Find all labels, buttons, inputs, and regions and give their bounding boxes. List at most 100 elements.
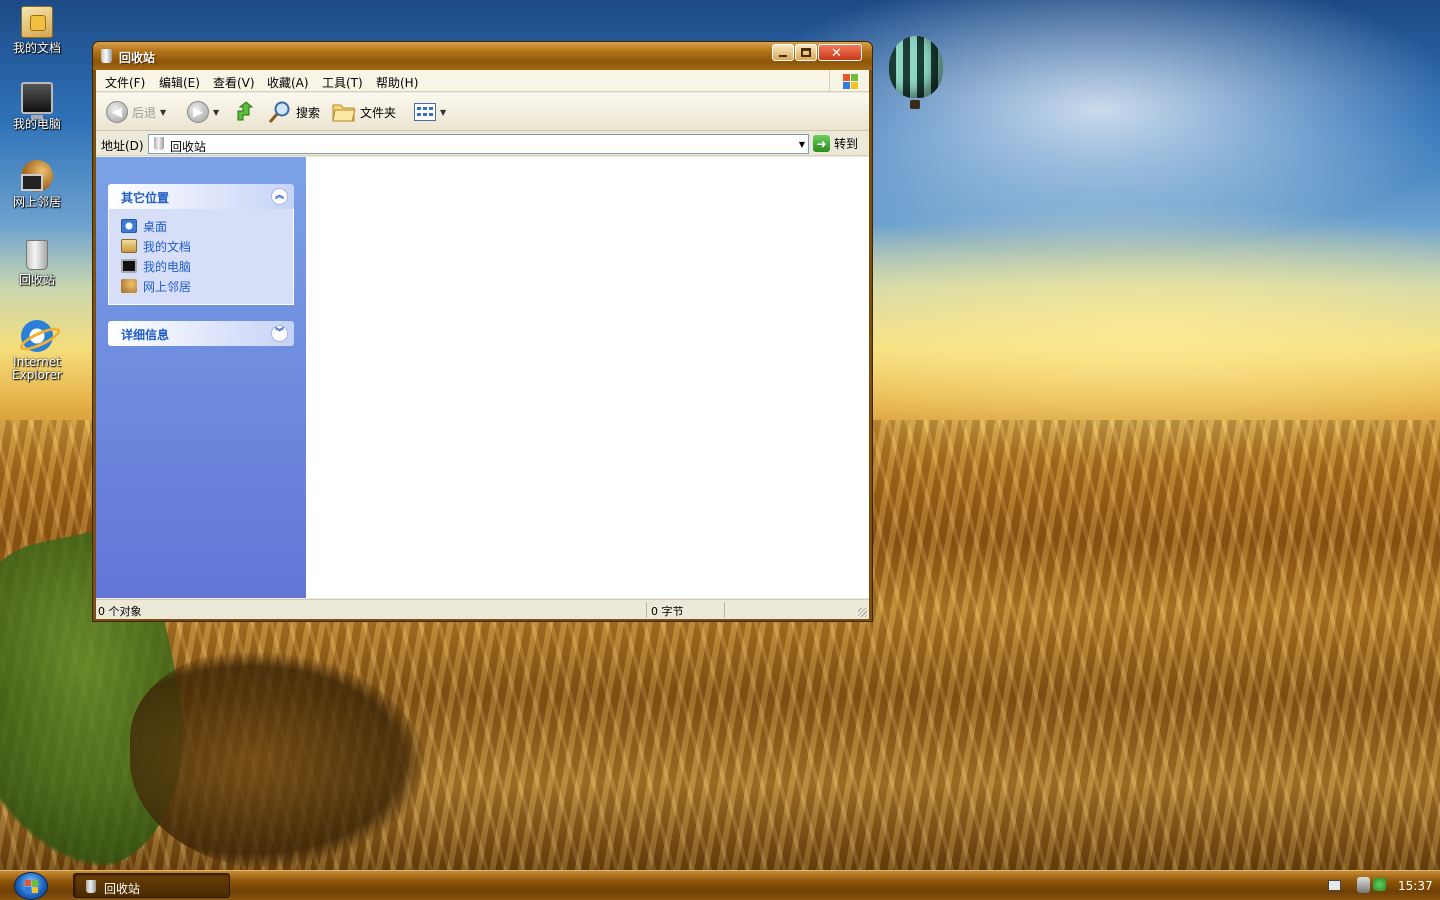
menu-file[interactable]: 文件(F) bbox=[105, 74, 145, 91]
place-link-label: 我的文档 bbox=[143, 239, 192, 254]
go-arrow-icon: ➜ bbox=[813, 135, 830, 152]
desktop-icon-label: 回收站 bbox=[18, 273, 55, 287]
taskbar-button-label: 回收站 bbox=[104, 882, 141, 896]
desktop-icon-label: 我的文档 bbox=[12, 41, 61, 55]
start-button[interactable] bbox=[14, 872, 48, 900]
address-value: 回收站 bbox=[170, 140, 207, 154]
status-bar: 0 个对象 0 字节 bbox=[96, 599, 869, 619]
collapse-chevron-icon[interactable]: ︽ bbox=[271, 188, 288, 205]
address-input[interactable]: 回收站 ▼ bbox=[148, 134, 809, 154]
hot-air-balloon-decoration bbox=[889, 36, 943, 98]
window-client-area: 文件(F) 编辑(E) 查看(V) 收藏(A) 工具(T) 帮助(H) ◀ 后退… bbox=[96, 70, 869, 619]
desktop-icon-label: 网上邻居 bbox=[12, 195, 61, 209]
desktop-icon bbox=[121, 219, 137, 233]
menu-view[interactable]: 查看(V) bbox=[213, 74, 255, 91]
taskbar-button-recycle-bin[interactable]: 回收站 bbox=[73, 873, 230, 898]
recycle-bin-icon bbox=[101, 49, 112, 63]
close-icon: ✕ bbox=[831, 46, 842, 61]
back-button[interactable]: ◀ 后退 ▼ bbox=[106, 100, 166, 124]
views-button[interactable]: ▼ bbox=[414, 100, 446, 124]
recycle-bin-icon bbox=[154, 137, 164, 150]
desktop-icon-recycle-bin[interactable]: 回收站 bbox=[4, 240, 70, 287]
details-panel: 详细信息 ︾ bbox=[108, 321, 294, 346]
forward-button[interactable]: ▶ ▼ bbox=[187, 100, 219, 124]
details-header[interactable]: 详细信息 ︾ bbox=[108, 321, 294, 346]
menu-tools[interactable]: 工具(T) bbox=[322, 74, 363, 91]
status-divider bbox=[646, 602, 647, 618]
minimize-icon bbox=[779, 55, 787, 57]
place-link-my-computer[interactable]: 我的电脑 bbox=[121, 256, 293, 276]
back-label: 后退 bbox=[132, 105, 157, 120]
folders-button[interactable]: 文件夹 bbox=[332, 100, 396, 124]
maximize-icon bbox=[801, 48, 811, 57]
windows-logo-icon bbox=[829, 70, 869, 92]
window-title: 回收站 bbox=[119, 51, 156, 65]
status-divider bbox=[724, 602, 725, 618]
desktop-icon-label: Internet Explorer bbox=[12, 355, 62, 382]
status-object-count: 0 个对象 bbox=[98, 605, 142, 618]
file-list-area[interactable] bbox=[306, 157, 869, 598]
address-label: 地址(D) bbox=[101, 139, 144, 153]
internet-explorer-icon bbox=[21, 320, 53, 352]
address-dropdown-icon[interactable]: ▼ bbox=[799, 140, 805, 149]
network-tray-icon[interactable] bbox=[1357, 877, 1370, 893]
place-link-my-documents[interactable]: 我的文档 bbox=[121, 236, 293, 256]
system-clock[interactable]: 15:37 bbox=[1398, 879, 1433, 893]
menu-edit[interactable]: 编辑(E) bbox=[159, 74, 200, 91]
expand-chevron-icon[interactable]: ︾ bbox=[271, 325, 288, 342]
resize-grip-icon[interactable] bbox=[858, 608, 867, 617]
place-link-label: 桌面 bbox=[143, 219, 168, 234]
recycle-bin-icon bbox=[86, 880, 96, 893]
keyboard-icon[interactable] bbox=[1328, 880, 1341, 891]
other-places-title: 其它位置 bbox=[121, 191, 170, 205]
my-documents-icon bbox=[121, 239, 137, 253]
back-arrow-icon: ◀ bbox=[106, 101, 128, 123]
standard-toolbar: ◀ 后退 ▼ ▶ ▼ 搜索 文件夹 ▼ bbox=[96, 93, 869, 131]
my-computer-icon bbox=[21, 82, 53, 119]
close-button[interactable]: ✕ bbox=[818, 44, 862, 61]
search-button[interactable]: 搜索 bbox=[268, 100, 320, 124]
go-label: 转到 bbox=[834, 137, 859, 151]
views-dropdown-icon: ▼ bbox=[440, 107, 447, 117]
my-documents-icon bbox=[21, 6, 53, 38]
desktop-icon-my-documents[interactable]: 我的文档 bbox=[4, 6, 70, 55]
minimize-button[interactable] bbox=[772, 44, 794, 61]
network-places-icon bbox=[121, 279, 137, 293]
desktop-icon-internet-explorer[interactable]: Internet Explorer bbox=[4, 320, 70, 382]
forward-arrow-icon: ▶ bbox=[187, 101, 209, 123]
place-link-desktop[interactable]: 桌面 bbox=[121, 216, 293, 236]
go-button[interactable]: ➜ 转到 bbox=[813, 135, 858, 152]
desktop-icon-my-computer[interactable]: 我的电脑 bbox=[4, 82, 70, 131]
forward-dropdown-icon[interactable]: ▼ bbox=[213, 108, 219, 117]
taskbar: 回收站 15:37 bbox=[0, 870, 1440, 900]
up-folder-icon bbox=[237, 101, 254, 121]
volume-tray-icon[interactable] bbox=[1373, 878, 1386, 891]
recycle-bin-window: 回收站 ✕ 文件(F) 编辑(E) 查看(V) 收藏(A) 工具(T) 帮助(H… bbox=[92, 41, 873, 622]
my-computer-icon bbox=[121, 259, 137, 273]
network-places-icon bbox=[21, 160, 53, 192]
menu-bar: 文件(F) 编辑(E) 查看(V) 收藏(A) 工具(T) 帮助(H) bbox=[96, 70, 869, 92]
balloon-basket-decoration bbox=[910, 100, 920, 109]
recycle-bin-icon bbox=[26, 240, 48, 270]
address-bar: 地址(D) 回收站 ▼ ➜ 转到 bbox=[96, 132, 869, 156]
place-link-label: 网上邻居 bbox=[143, 279, 192, 294]
desktop-icon-network-places[interactable]: 网上邻居 bbox=[4, 160, 70, 209]
details-title: 详细信息 bbox=[121, 328, 170, 342]
folders-label: 文件夹 bbox=[360, 105, 397, 120]
menu-favorites[interactable]: 收藏(A) bbox=[267, 74, 309, 91]
back-dropdown-icon[interactable]: ▼ bbox=[160, 108, 166, 117]
views-icon bbox=[414, 103, 436, 121]
task-pane: 其它位置 ︽ 桌面 我的文档 我的电脑 网上邻居 详细信息 ︾ bbox=[96, 157, 306, 598]
search-label: 搜索 bbox=[296, 105, 321, 120]
other-places-header[interactable]: 其它位置 ︽ bbox=[108, 184, 294, 209]
place-link-label: 我的电脑 bbox=[143, 259, 192, 274]
up-folder-button[interactable] bbox=[235, 100, 257, 124]
folder-icon bbox=[332, 104, 356, 122]
maximize-button[interactable] bbox=[795, 44, 817, 61]
other-places-panel: 其它位置 ︽ 桌面 我的文档 我的电脑 网上邻居 bbox=[108, 184, 294, 305]
desktop-icon-label: 我的电脑 bbox=[12, 117, 61, 131]
window-titlebar[interactable]: 回收站 ✕ bbox=[93, 42, 872, 70]
status-size: 0 字节 bbox=[651, 605, 684, 618]
menu-help[interactable]: 帮助(H) bbox=[376, 74, 418, 91]
place-link-network-places[interactable]: 网上邻居 bbox=[121, 276, 293, 296]
